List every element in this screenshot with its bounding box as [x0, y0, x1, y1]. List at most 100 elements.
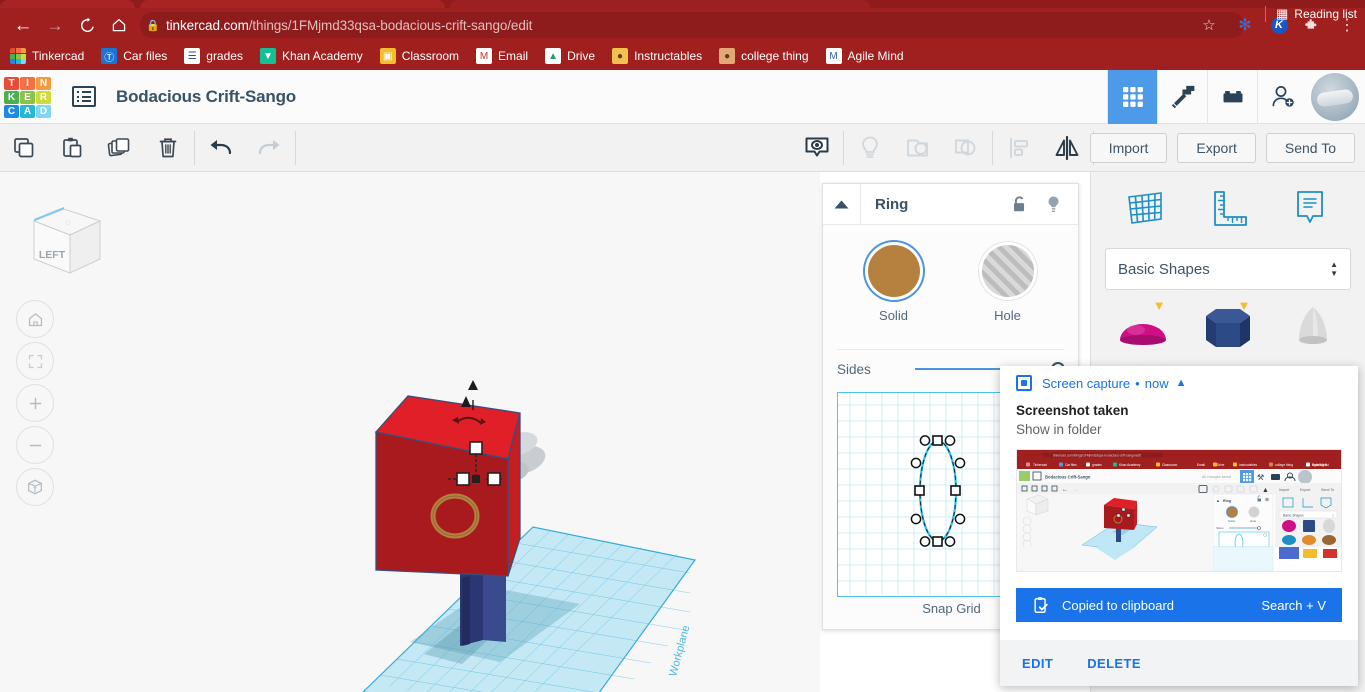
bookmark-star-icon[interactable]: ☆ — [1198, 14, 1220, 36]
paste-icon[interactable] — [48, 124, 96, 172]
svg-text:Sides: Sides — [1216, 526, 1224, 530]
export-button[interactable]: Export — [1177, 133, 1256, 163]
shape-category-select[interactable]: Basic Shapes ▲ ▼ — [1105, 248, 1351, 290]
unlock-icon[interactable] — [1002, 184, 1036, 225]
logo-tile: N — [36, 76, 51, 90]
reload-icon[interactable] — [74, 12, 100, 38]
svg-text:Drive: Drive — [1217, 463, 1225, 467]
browser-chrome: ← → 🔒 tinkercad.com/things/1FMjmd33qsa-b… — [0, 0, 1365, 70]
import-button[interactable]: Import — [1089, 133, 1168, 163]
delete-trash-icon[interactable] — [144, 124, 192, 172]
svg-text:All changes saved: All changes saved — [1202, 475, 1231, 479]
avatar[interactable] — [1311, 73, 1359, 121]
3d-scene[interactable]: Workplane — [0, 172, 820, 692]
grades-favicon: ☰ — [184, 48, 201, 64]
notification-actions: EDIT DELETE — [1000, 640, 1358, 686]
bookmark-label: college thing — [741, 49, 809, 63]
show-hide-eye-icon[interactable] — [793, 124, 841, 172]
duplicate-icon[interactable] — [96, 124, 144, 172]
divider — [843, 131, 844, 165]
clipboard-shortcut: Search + V — [1261, 597, 1326, 613]
tinkercad-circle-favicon: Ⓣ — [101, 48, 118, 64]
svg-text:Solid: Solid — [1228, 519, 1235, 523]
bookmark-item[interactable]: ● Instructables — [605, 45, 709, 67]
note-comment-icon[interactable] — [1286, 186, 1334, 230]
ungroup-icon[interactable] — [942, 124, 990, 172]
college-thing-favicon: ● — [719, 48, 736, 64]
shape-item-hex-prism[interactable]: ▼ — [1186, 296, 1271, 360]
instructables-favicon: ● — [612, 48, 629, 64]
divider — [295, 130, 296, 165]
ruler-icon[interactable] — [1204, 186, 1252, 230]
logo-tile: T — [4, 76, 19, 90]
copy-icon[interactable] — [0, 124, 48, 172]
chevron-updown-icon: ▲ ▼ — [1330, 259, 1338, 278]
browser-tab[interactable] — [140, 0, 445, 8]
bricks-icon[interactable] — [1207, 70, 1257, 124]
svg-text:Tinkercad: Tinkercad — [1033, 463, 1047, 467]
group-icon[interactable] — [894, 124, 942, 172]
clipboard-check-icon — [1032, 596, 1050, 615]
navigation-bar: ← → 🔒 tinkercad.com/things/1FMjmd33qsa-b… — [0, 8, 1365, 42]
screenshot-thumbnail[interactable]: tinkercad.com/things/1FMjmd33qsa-bodacio… — [1016, 449, 1342, 572]
svg-text:Hole: Hole — [1250, 519, 1257, 523]
list-panel-icon[interactable] — [64, 77, 104, 117]
page-title: Bodacious Crift-Sango — [116, 86, 296, 106]
logo-tile: C — [4, 104, 19, 118]
browser-tab[interactable] — [0, 0, 135, 8]
home-icon[interactable] — [106, 12, 132, 38]
bookmark-item[interactable]: Tinkercad — [3, 45, 91, 67]
address-bar[interactable]: 🔒 tinkercad.com/things/1FMjmd33qsa-bodac… — [140, 12, 1244, 38]
screen-capture-icon — [1016, 375, 1032, 391]
shape-name-label: Ring — [875, 195, 909, 213]
shape-item-half-sphere[interactable]: ▼ — [1101, 296, 1186, 360]
google-classroom-favicon: ▣ — [379, 48, 396, 64]
bookmark-item[interactable]: M Agile Mind — [819, 45, 911, 67]
bookmark-item[interactable]: ▣ Classroom — [373, 45, 466, 67]
hole-swatch — [981, 245, 1034, 297]
collapse-caret-icon[interactable] — [823, 183, 861, 225]
browser-tab-active[interactable] — [450, 0, 870, 8]
svg-text:tinkercad.com/things/1FMjmd33q: tinkercad.com/things/1FMjmd33qsa-bodacio… — [1053, 454, 1141, 458]
align-icon[interactable] — [995, 124, 1043, 172]
blocks-grid-icon[interactable] — [1107, 70, 1157, 124]
forward-arrow-icon[interactable]: → — [42, 12, 68, 38]
solid-mode-option[interactable]: Solid — [854, 245, 934, 323]
shape-item-paraboloid[interactable] — [1270, 296, 1355, 360]
bookmark-item[interactable]: M Email — [469, 45, 535, 67]
svg-text:Ring: Ring — [1223, 499, 1231, 503]
delete-button[interactable]: DELETE — [1087, 656, 1141, 671]
list-panel-glyph — [72, 86, 96, 107]
tinkercad-logo-icon[interactable]: TIN KER CAD — [4, 76, 52, 118]
logo-tile: K — [4, 90, 19, 104]
undo-icon[interactable] — [197, 124, 245, 172]
lightbulb-icon[interactable] — [1036, 184, 1070, 225]
workplane-grid-icon[interactable] — [1122, 186, 1170, 230]
show-in-folder-link[interactable]: Show in folder — [1016, 422, 1342, 437]
back-arrow-icon[interactable]: ← — [10, 12, 36, 38]
bookmark-item[interactable]: ☰ grades — [177, 45, 250, 67]
invite-person-icon[interactable] — [1257, 70, 1307, 124]
lightbulb-icon[interactable] — [846, 124, 894, 172]
chevron-up-icon[interactable]: ▲ — [1176, 377, 1187, 389]
redo-icon[interactable] — [245, 124, 293, 172]
hole-mode-option[interactable]: Hole — [968, 245, 1048, 323]
starred-badge-icon: ▼ — [1237, 298, 1251, 313]
bookmark-item[interactable]: ▼ Khan Academy — [253, 45, 370, 67]
divider — [992, 131, 993, 165]
bookmark-item[interactable]: ▲ Drive — [538, 45, 602, 67]
bookmark-item[interactable]: ● college thing — [712, 45, 815, 67]
send-to-button[interactable]: Send To — [1265, 133, 1355, 163]
extension-icon-1[interactable]: ✻ — [1234, 14, 1256, 36]
file-actions: Import Export Send To — [1080, 133, 1355, 163]
svg-text:Workplane: Workplane — [667, 624, 692, 678]
edit-button[interactable]: EDIT — [1022, 656, 1053, 671]
bookmark-label: Drive — [567, 49, 596, 63]
bookmark-item[interactable]: Ⓣ Car files — [94, 45, 174, 67]
screen-capture-notification[interactable]: Screen capture • now ▲ Screenshot taken … — [1000, 366, 1358, 686]
agile-mind-favicon: M — [825, 48, 842, 64]
3d-viewport[interactable]: LEFT ◌ Workplane — [0, 172, 820, 692]
starred-badge-icon: ▼ — [1152, 298, 1166, 313]
codeblocks-hammer-icon[interactable] — [1157, 70, 1207, 124]
reading-list-button[interactable]: ▦ Reading list — [1265, 4, 1357, 24]
